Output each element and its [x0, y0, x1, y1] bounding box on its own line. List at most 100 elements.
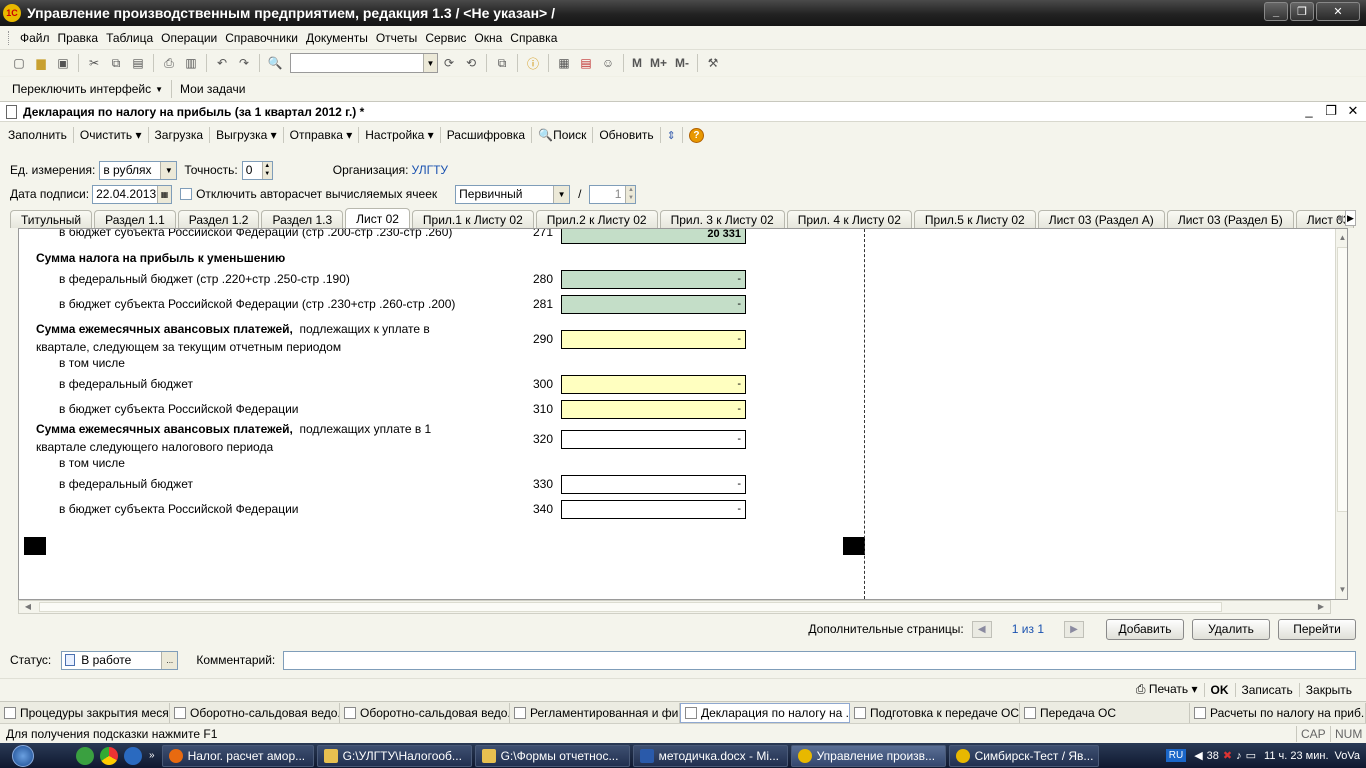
task-folder-2[interactable]: G:\Формы отчетнос... — [474, 744, 630, 767]
load-button[interactable]: Загрузка — [151, 128, 208, 142]
tab-title-page[interactable]: Титульный — [10, 210, 93, 228]
search-button[interactable]: 🔍Поиск — [534, 128, 590, 142]
ok-button[interactable]: OK — [1205, 683, 1235, 697]
tab-scroll-left-icon[interactable]: ◀ — [1334, 210, 1345, 226]
memory-button[interactable]: M — [632, 56, 642, 70]
find-prev-icon[interactable]: ⟲ — [463, 55, 479, 71]
menu-operations[interactable]: Операции — [157, 31, 221, 45]
export-button[interactable]: Выгрузка ▾ — [212, 128, 281, 142]
chevron-down-icon[interactable]: ▼ — [423, 54, 437, 72]
decode-button[interactable]: Расшифровка — [443, 128, 529, 142]
next-page-icon[interactable]: ▶ — [1064, 620, 1084, 638]
task-1c[interactable]: Управление произв... — [790, 744, 946, 767]
add-page-button[interactable]: Добавить — [1106, 618, 1184, 640]
expand-icon[interactable]: ⇕ — [667, 129, 676, 142]
delete-page-button[interactable]: Удалить — [1192, 618, 1270, 640]
redo-icon[interactable]: ↷ — [236, 55, 252, 71]
task-folder-1[interactable]: G:\УЛГТУ\Налогооб... — [316, 744, 472, 767]
new-document-icon[interactable]: ▢ — [11, 55, 27, 71]
menu-windows[interactable]: Окна — [470, 31, 506, 45]
network-icon[interactable]: ✖ — [1223, 749, 1232, 762]
scroll-right-icon[interactable]: ▶ — [1314, 601, 1328, 613]
sign-date-input[interactable]: 22.04.2013 ▦ — [92, 184, 173, 204]
row-300-value[interactable]: - — [561, 375, 746, 394]
tab-appendix-4[interactable]: Прил. 4 к Листу 02 — [786, 210, 912, 228]
kind-select[interactable]: Первичный ▼ — [455, 184, 571, 204]
doc-close-button[interactable]: ✕ — [1346, 103, 1360, 119]
tab-sheet-03-b[interactable]: Лист 03 (Раздел Б) — [1166, 210, 1294, 228]
maximize-button[interactable]: ❐ — [1290, 2, 1314, 21]
chevron-down-icon[interactable]: ▼ — [553, 185, 570, 203]
tab-scroll-right-icon[interactable]: ▶ — [1345, 210, 1356, 226]
doc-restore-button[interactable]: ❐ — [1324, 103, 1338, 119]
send-button[interactable]: Отправка ▾ — [286, 128, 357, 142]
task-word[interactable]: методичка.docx - Mi... — [632, 744, 788, 767]
spin-icon[interactable]: ▲ ▼ — [261, 161, 272, 179]
chrome-icon[interactable] — [100, 746, 118, 765]
switch-interface-button[interactable]: Переключить интерфейс — [8, 82, 155, 96]
refresh-button[interactable]: Обновить — [595, 128, 657, 142]
window-tab-turnover-2[interactable]: Оборотно-сальдовая ведо... — [340, 702, 510, 723]
organization-link[interactable]: УЛГТУ — [411, 163, 448, 177]
row-280-value[interactable]: - — [561, 270, 746, 289]
tab-sheet-03-a[interactable]: Лист 03 (Раздел А) — [1037, 210, 1165, 228]
copy-icon[interactable]: ⧉ — [108, 55, 124, 71]
status-input[interactable]: В работе... — [61, 650, 179, 670]
save-button[interactable]: Записать — [1236, 683, 1299, 697]
window-tab-closing[interactable]: Процедуры закрытия меся... — [0, 702, 170, 723]
horizontal-scroll-thumb[interactable] — [39, 602, 1222, 612]
undo-icon[interactable]: ↶ — [214, 55, 230, 71]
tab-section-1-2[interactable]: Раздел 1.2 — [177, 210, 260, 228]
go-page-button[interactable]: Перейти — [1278, 618, 1356, 640]
language-indicator[interactable]: RU — [1165, 749, 1187, 762]
monitor-icon[interactable]: ▭ — [1246, 749, 1256, 762]
row-320-value[interactable]: - — [561, 430, 746, 449]
menu-service[interactable]: Сервис — [421, 31, 470, 45]
tab-section-1-3[interactable]: Раздел 1.3 — [261, 210, 344, 228]
menu-edit[interactable]: Правка — [54, 31, 103, 45]
windows-icon[interactable]: ⧉ — [494, 55, 510, 71]
close-doc-button[interactable]: Закрыть — [1300, 683, 1358, 697]
print-icon[interactable]: ⎙ — [161, 55, 177, 71]
doc-minimize-button[interactable]: _ — [1302, 103, 1316, 119]
menu-reports[interactable]: Отчеты — [372, 31, 421, 45]
row-310-value[interactable]: - — [561, 400, 746, 419]
toolbar-search-input[interactable]: ▼ — [290, 53, 438, 73]
row-330-value[interactable]: - — [561, 475, 746, 494]
tab-appendix-3[interactable]: Прил. 3 к Листу 02 — [659, 210, 785, 228]
settings-button[interactable]: Настройка ▾ — [361, 128, 437, 142]
tab-sheet-02[interactable]: Лист 02 — [345, 208, 410, 228]
cut-icon[interactable]: ✂ — [86, 55, 102, 71]
menu-catalogs[interactable]: Справочники — [221, 31, 302, 45]
clear-button[interactable]: Очистить ▾ — [76, 128, 146, 142]
help-icon[interactable]: ? — [688, 127, 704, 143]
menu-file[interactable]: Файл — [16, 31, 54, 45]
window-tab-os-transfer[interactable]: Передача ОС — [1020, 702, 1190, 723]
quicklaunch-more-icon[interactable]: » — [149, 750, 155, 761]
tab-appendix-2[interactable]: Прил.2 к Листу 02 — [535, 210, 658, 228]
tab-section-1-1[interactable]: Раздел 1.1 — [94, 210, 176, 228]
vertical-scrollbar[interactable]: ▲ ▼ — [1335, 229, 1347, 599]
task-firefox[interactable]: Налог. расчет амор... — [161, 744, 314, 767]
fill-button[interactable]: Заполнить — [4, 128, 71, 142]
minimize-button[interactable]: _ — [1264, 2, 1288, 21]
print-button[interactable]: ⎙ Печать ▾ — [1130, 682, 1204, 697]
row-340-value[interactable]: - — [561, 500, 746, 519]
window-tab-regulated[interactable]: Регламентированная и фи... — [510, 702, 680, 723]
task-browser[interactable]: Симбирск-Тест / Яв... — [948, 744, 1099, 767]
my-tasks-button[interactable]: Мои задачи — [176, 82, 249, 96]
horizontal-scrollbar[interactable]: ◀ ▶ — [18, 600, 1331, 614]
spin-icon[interactable]: ▲ ▼ — [625, 185, 636, 203]
calculator-icon[interactable]: ▦ — [556, 55, 572, 71]
utorrent-icon[interactable] — [76, 746, 94, 765]
prev-page-icon[interactable]: ◀ — [971, 620, 992, 638]
menu-help[interactable]: Справка — [506, 31, 561, 45]
users-icon[interactable]: ☺ — [600, 55, 616, 71]
comment-input[interactable] — [283, 650, 1356, 670]
find-next-icon[interactable]: ⟳ — [441, 55, 457, 71]
info-icon[interactable]: ⓘ — [525, 55, 541, 71]
tray-expand-icon[interactable]: ◀ — [1194, 749, 1202, 762]
volume-icon[interactable]: ♪ — [1236, 750, 1242, 762]
calendar-icon[interactable]: ▤ — [578, 55, 594, 71]
search-icon[interactable]: 🔍 — [267, 55, 283, 71]
